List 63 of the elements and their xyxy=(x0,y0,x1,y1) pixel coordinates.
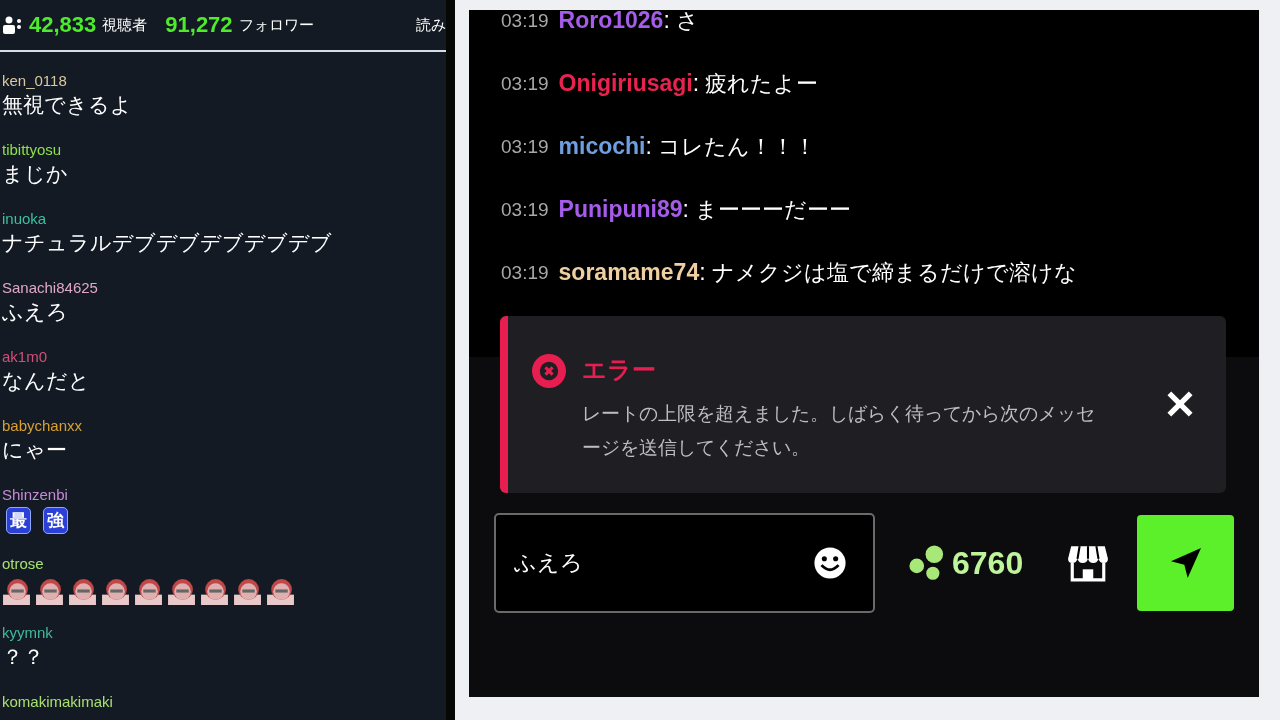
error-title: エラー xyxy=(582,355,657,386)
username: Roro1026 xyxy=(558,10,664,34)
username: ak1m0 xyxy=(2,347,49,366)
emote-icon xyxy=(200,576,229,605)
chat-message: まーーーだーー xyxy=(694,195,851,224)
username: Punipuni89 xyxy=(558,196,683,223)
emote: 強 xyxy=(43,507,68,534)
username: babychanxx xyxy=(2,416,84,435)
timestamp: 03:19 xyxy=(501,72,549,95)
error-icon xyxy=(532,354,566,388)
follower-count: 91,272 xyxy=(165,12,233,38)
points-icon xyxy=(908,545,946,581)
username: komakimakimaki xyxy=(2,692,114,711)
emote-icon xyxy=(233,576,262,605)
username: tibittyosu xyxy=(2,140,63,159)
username: ken_0118 xyxy=(2,71,68,90)
chat-message: にゃー xyxy=(2,437,68,464)
viewers-label: 視聴者 xyxy=(102,15,148,35)
chat-input[interactable]: ふえろ xyxy=(494,513,875,613)
viewers-icon xyxy=(3,16,23,34)
colon: : xyxy=(682,196,689,223)
viewer-count: 42,833 xyxy=(29,12,97,38)
header-link[interactable]: 読み xyxy=(416,15,446,35)
colon: : xyxy=(699,259,706,286)
username: Sanachi84625 xyxy=(2,278,99,297)
timestamp: 03:19 xyxy=(501,198,549,221)
chat-message: ？？ xyxy=(2,644,45,671)
chat-message: 無視できるよ xyxy=(2,92,133,119)
emoji-icon[interactable] xyxy=(813,546,847,580)
chat-message: コレたん！！！ xyxy=(657,132,816,161)
timestamp: 03:19 xyxy=(501,135,549,158)
emote: 最 xyxy=(6,507,31,534)
username: kyymnk xyxy=(2,623,54,642)
chat-message: まじか xyxy=(2,161,69,188)
chat-message: ナチュラルデブデブデブデブデブ xyxy=(2,230,333,257)
username: Onigiriusagi xyxy=(558,70,693,97)
chat-message: ふえろ xyxy=(2,299,69,326)
shop-icon[interactable] xyxy=(1067,544,1110,582)
emote-icon xyxy=(134,576,163,605)
emote-icon xyxy=(68,576,97,605)
emote-icon xyxy=(167,576,196,605)
colon: : xyxy=(692,70,700,97)
chat-message: ナメクジは塩で締まるだけで溶けな xyxy=(711,258,1077,287)
username: inuoka xyxy=(2,209,48,228)
colon: : xyxy=(645,133,652,160)
username: otrose xyxy=(2,554,45,573)
username: soramame74 xyxy=(558,259,700,286)
username: Shinzenbi xyxy=(2,485,69,504)
points-count: 6760 xyxy=(952,544,1024,582)
send-button[interactable] xyxy=(1137,515,1235,611)
emote-icon xyxy=(2,576,31,605)
chat-message: 疲れたよー xyxy=(705,69,819,98)
colon: : xyxy=(663,10,670,34)
emote-icon xyxy=(266,576,295,605)
timestamp: 03:19 xyxy=(501,10,549,32)
chat-message: なんだと xyxy=(2,368,91,395)
followers-label: フォロワー xyxy=(238,15,314,35)
timestamp: 03:19 xyxy=(501,261,549,284)
chat-message: さ xyxy=(675,10,699,35)
username: micochi xyxy=(558,133,646,160)
emote-icon xyxy=(101,576,130,605)
error-message: レートの上限を超えました。しばらく待ってから次のメッセージを送信してください。 xyxy=(582,401,1096,460)
emote-icon xyxy=(35,576,64,605)
